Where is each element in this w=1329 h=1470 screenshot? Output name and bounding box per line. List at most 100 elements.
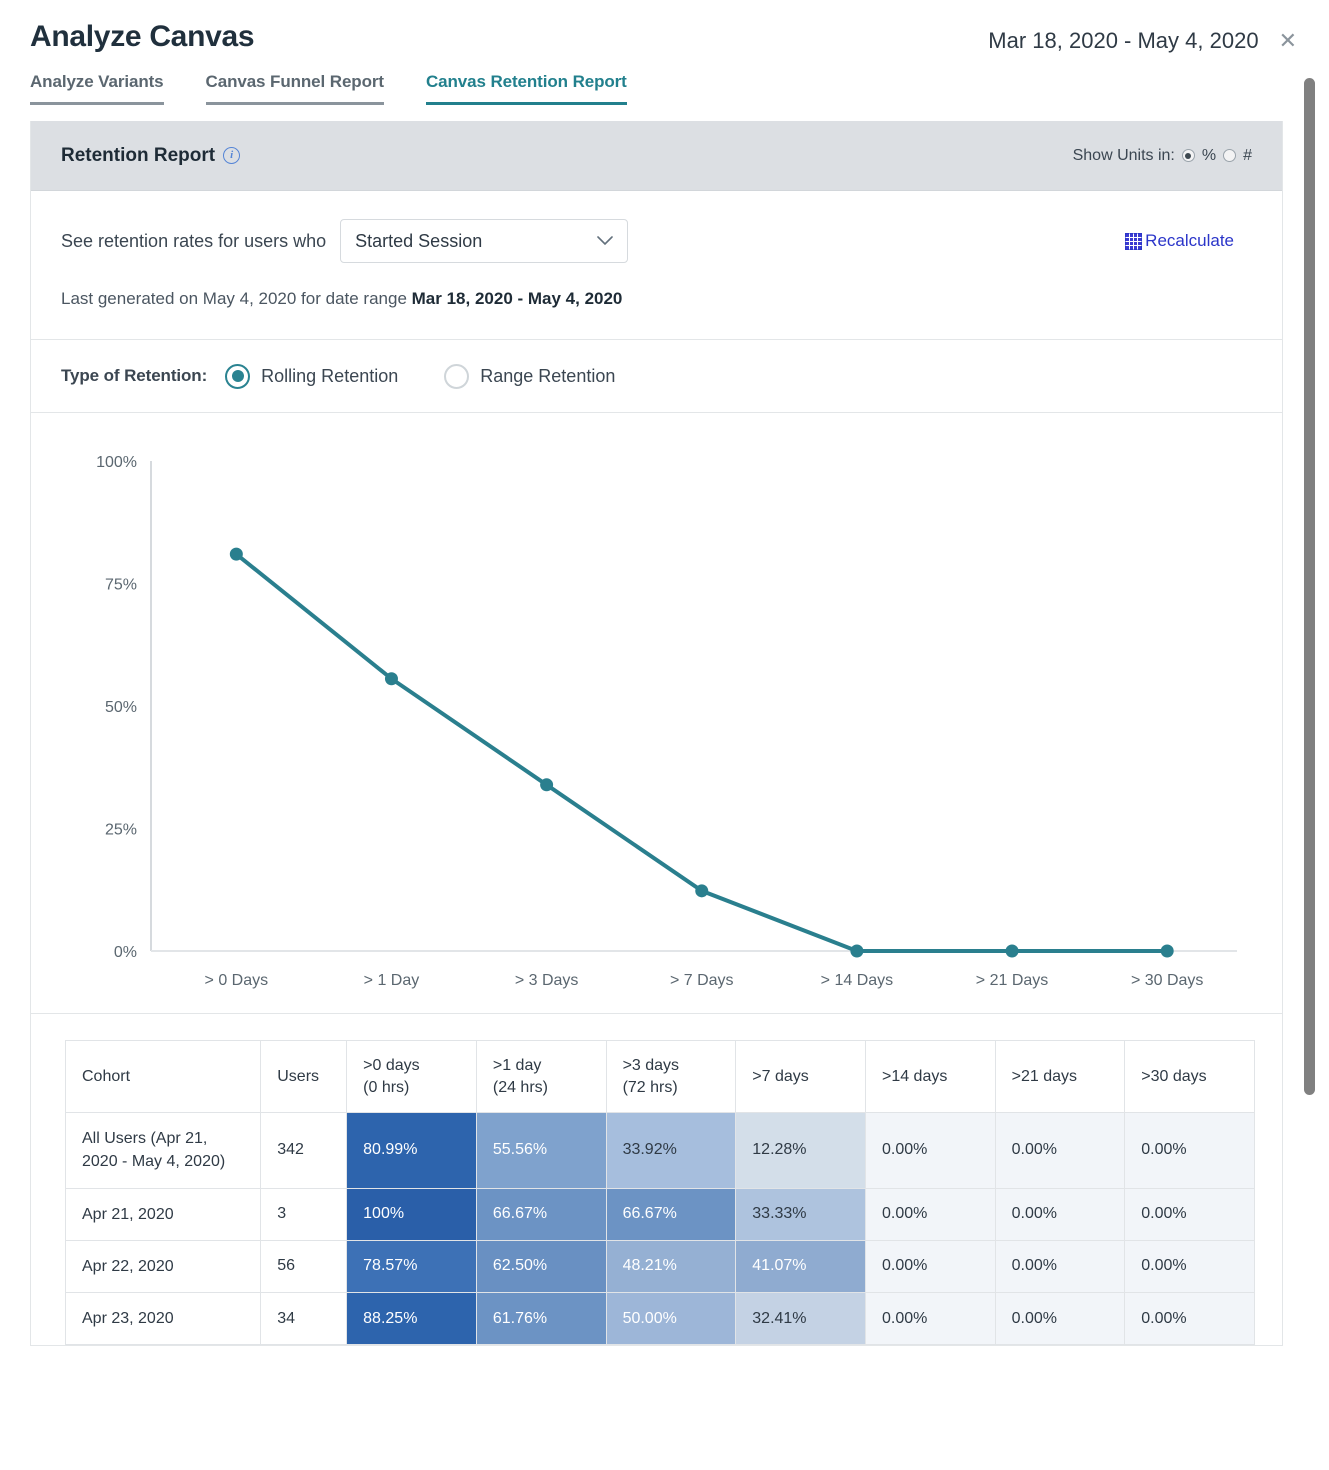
y-axis-tick-label: 0% [114,944,137,961]
table-row: Apr 21, 2020 3 100% 66.67% 66.67% 33.33% 0.00%… [64,1187,1255,1241]
table-cell-retention-value: 61.76% [475,1291,607,1346]
table-cell-retention-value: 0.00% [1124,1112,1255,1189]
table-row: All Users (Apr 21, 2020 - May 4, 2020) 34… [64,1112,1255,1189]
table-cell-retention-value: 0.00% [1124,1187,1255,1241]
table-cell-retention-value: 0.00% [864,1112,996,1189]
table-header-label: >14 days [881,1067,948,1085]
chart-data-point [384,672,398,686]
recalculate-button[interactable]: Recalculate [1125,231,1234,251]
report-panel-title: Retention Report i [61,144,241,167]
query-row: See retention rates for users who Starte… [31,191,1282,263]
table-cell-cohort: Apr 22, 2020 [64,1239,262,1293]
tab-analyze-variants[interactable]: Analyze Variants [30,72,164,105]
close-icon[interactable]: ✕ [1277,30,1299,52]
chevron-down-icon [597,234,613,249]
show-units-group: Show Units in: % # [1073,147,1252,165]
page-header: Analyze Canvas Mar 18, 2020 - May 4, 202… [0,0,1329,54]
table-cell-cohort: All Users (Apr 21, 2020 - May 4, 2020) [64,1112,262,1189]
y-axis-tick-label: 75% [105,577,137,594]
table-cell-retention-value: 88.25% [346,1291,477,1346]
page-title: Analyze Canvas [30,20,255,53]
table-cell-retention-value: 41.07% [735,1239,866,1293]
table-header-cell: >21 days [994,1039,1126,1114]
x-axis-tick-label: > 21 Days [976,972,1048,989]
table-cell-retention-value: 66.67% [475,1187,607,1241]
table-cell-retention-value: 0.00% [1124,1239,1255,1293]
table-header-label: Users [277,1067,320,1085]
chart-data-point [1160,944,1174,958]
show-units-label: Show Units in: [1072,146,1175,164]
y-axis-tick-label: 100% [96,454,137,471]
x-axis-tick-label: > 0 Days [205,972,269,989]
radio-rolling-retention-label: Rolling Retention [261,365,399,386]
table-row: Apr 22, 2020 56 78.57% 62.50% 48.21% 41.07% 0.… [64,1239,1255,1293]
retention-table-body: All Users (Apr 21, 2020 - May 4, 2020) 34… [64,1112,1255,1346]
chart-data-point [1005,944,1019,958]
vertical-scrollbar[interactable] [1304,78,1315,1095]
table-cell-retention-value: 0.00% [864,1291,996,1346]
table-row: Apr 23, 2020 34 88.25% 61.76% 50.00% 32.41% 0.… [64,1291,1255,1346]
table-header-label: >3 days [622,1057,680,1074]
units-radio-percent[interactable] [1181,149,1195,162]
radio-range-retention-dot [444,363,470,389]
retention-line-chart: 100% 75% 50% 25% 0% > 0 Days > 1 Day > 3 Days > … [31,413,1282,1013]
header-right: Mar 18, 2020 - May 4, 2020 ✕ [988,20,1299,54]
x-axis-tick-label: > 1 Day [364,972,420,989]
event-select-value: Started Session [355,230,483,251]
table-cell-retention-value: 48.21% [605,1239,737,1293]
report-panel-header: Retention Report i Show Units in: % # [31,121,1282,191]
table-cell-retention-value: 0.00% [1124,1291,1255,1346]
radio-range-retention-label: Range Retention [480,365,616,386]
retention-chart-svg: 100% 75% 50% 25% 0% > 0 Days > 1 Day > 3 Days > … [96,454,1237,989]
table-cell-retention-value: 50.00% [605,1291,737,1346]
y-axis-tick-label: 25% [105,822,137,839]
retention-report-card: Retention Report i Show Units in: % # Se… [30,121,1283,1347]
table-cell-retention-value: 0.00% [994,1291,1126,1346]
table-cell-retention-value: 78.57% [346,1239,477,1293]
table-cell-retention-value: 80.99% [346,1112,477,1189]
table-header-label: >0 days [363,1057,420,1074]
tab-canvas-funnel-report[interactable]: Canvas Funnel Report [205,72,384,105]
table-header-sublabel: (0 hrs) [363,1078,410,1096]
last-generated-prefix: Last generated on May 4, 2020 for date r… [61,289,412,308]
units-radio-count[interactable] [1223,149,1237,162]
table-header-sublabel: (72 hrs) [622,1078,678,1096]
recalculate-label: Recalculate [1145,231,1234,250]
table-header-label: >1 day [492,1057,542,1074]
table-cell-retention-value: 33.92% [605,1112,737,1189]
report-panel-title-text: Retention Report [61,144,216,166]
table-header-cell: >0 days (0 hrs) [346,1039,477,1114]
table-cell-retention-value: 0.00% [864,1187,996,1241]
date-range-label: Mar 18, 2020 - May 4, 2020 [988,28,1259,53]
event-select[interactable]: Started Session [340,219,629,263]
table-header-cell: Cohort [64,1039,262,1114]
table-header-cell: >14 days [864,1039,996,1114]
table-header-label: Cohort [82,1067,131,1085]
query-label: See retention rates for users who [61,230,327,251]
x-axis-tick-label: > 3 Days [515,972,579,989]
table-cell-users: 3 [260,1187,348,1241]
x-axis-tick-label: > 14 Days [821,972,893,989]
chart-data-point [229,547,243,561]
tab-bar: Analyze Variants Canvas Funnel Report Ca… [0,54,1329,105]
table-cell-users: 56 [260,1239,348,1293]
table-header-cell: >30 days [1124,1039,1255,1114]
retention-table: Cohort Users >0 days (0 hrs) >1 day (24 hrs) >… [64,1039,1255,1346]
table-header-row: Cohort Users >0 days (0 hrs) >1 day (24 hrs) >… [64,1039,1255,1114]
retention-type-row: Type of Retention: Rolling Retention Ran… [31,340,1282,412]
table-header-cell: >7 days [735,1039,866,1114]
table-cell-users: 342 [260,1112,348,1189]
table-header-label: >7 days [752,1067,809,1085]
chart-data-point [695,884,709,898]
table-cell-retention-value: 66.67% [605,1187,737,1241]
radio-rolling-retention[interactable]: Rolling Retention [225,363,399,389]
tab-canvas-retention-report[interactable]: Canvas Retention Report [425,72,627,105]
units-option-percent-label: % [1201,146,1217,164]
table-header-cell: >1 day (24 hrs) [475,1039,607,1114]
info-icon[interactable]: i [223,147,241,164]
radio-range-retention[interactable]: Range Retention [444,363,616,389]
table-cell-retention-value: 55.56% [475,1112,607,1189]
table-cell-retention-value: 0.00% [994,1187,1126,1241]
table-cell-cohort: Apr 21, 2020 [64,1187,262,1241]
table-cell-retention-value: 100% [346,1187,477,1241]
